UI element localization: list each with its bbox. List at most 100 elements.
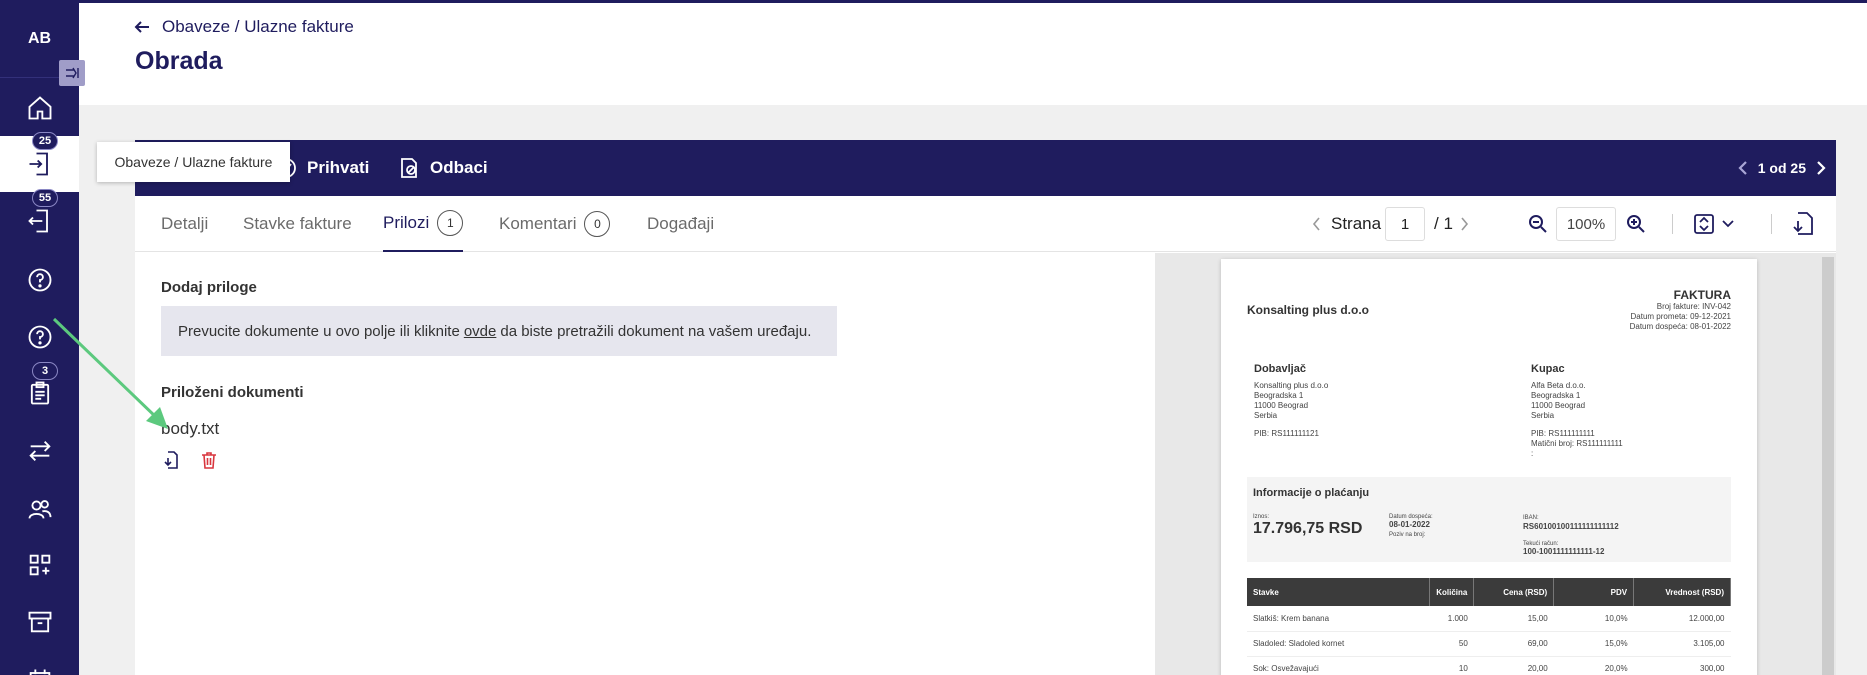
table-cell: 1.000 <box>1429 606 1474 632</box>
breadcrumb-text: Obaveze / Ulazne fakture <box>162 17 354 36</box>
annotation-arrow <box>52 317 168 429</box>
chevron-down-icon[interactable] <box>1722 219 1734 228</box>
table-cell: 15,00 <box>1473 606 1554 632</box>
arrow-left-icon <box>134 21 149 33</box>
chevron-right-icon[interactable] <box>1816 160 1826 176</box>
supplier-line: 11000 Beograd <box>1254 401 1309 410</box>
supplier-line: Beogradska 1 <box>1254 391 1304 400</box>
zoom-input[interactable]: 100% <box>1556 207 1616 241</box>
table-cell: 50 <box>1429 631 1474 657</box>
tab-comments[interactable]: Komentari 0 <box>499 196 611 252</box>
buyer-line: 11000 Beograd <box>1531 401 1586 410</box>
pdf-scrollbar[interactable] <box>1822 257 1834 675</box>
download-document-icon[interactable] <box>1792 211 1814 237</box>
calendar-icon <box>29 669 50 675</box>
supplier-pib: PIB: RS111111121 <box>1254 429 1319 438</box>
collapse-sidebar-button[interactable] <box>59 60 85 86</box>
help-icon <box>28 268 51 292</box>
add-widget-icon <box>29 554 50 576</box>
main-content: Detalji Stavke fakture Prilozi 1 Komenta… <box>135 196 1836 675</box>
column-header: Vrednost (RSD) <box>1633 578 1731 606</box>
document-reject-icon <box>401 158 417 178</box>
pdf-preview[interactable]: Konsalting plus d.o.o FAKTURA Broj faktu… <box>1155 253 1836 675</box>
sidebar-item-widgets[interactable] <box>0 537 79 593</box>
table-cell: Sladoled: Sladoled kornet <box>1247 631 1430 657</box>
users-icon <box>28 500 51 519</box>
chevron-right-icon[interactable] <box>1460 217 1469 231</box>
tab-attachments[interactable]: Prilozi 1 <box>383 196 464 252</box>
breadcrumb[interactable]: Obaveze / Ulazne fakture <box>134 17 354 37</box>
column-header: Stavke <box>1247 578 1431 606</box>
buyer-line: Alfa Beta d.o.o. <box>1531 381 1586 390</box>
outgoing-count-badge: 55 <box>32 189 58 207</box>
add-attachments-title: Dodaj priloge <box>161 279 257 296</box>
table-row: Slatkiš: Krem banana 1.000 15,00 10,0% 1… <box>1247 606 1731 632</box>
transfer-icon <box>28 441 51 461</box>
payment-info-box: Informacije o plaćanju Iznos: 17.796,75 … <box>1247 477 1731 562</box>
invoice-trade-date: Datum prometa: 09-12-2021 <box>1630 312 1732 321</box>
logout-icon <box>27 209 48 233</box>
account-value: 100-1001111111111-12 <box>1523 547 1605 556</box>
sidebar-item-users[interactable] <box>0 481 79 537</box>
tab-events[interactable]: Događaji <box>647 196 714 252</box>
buyer-pib: PIB: RS111111111 <box>1531 429 1595 438</box>
table-cell: Slatkiš: Krem banana <box>1247 606 1430 632</box>
sidebar-item-home[interactable] <box>0 80 79 136</box>
incoming-count-badge: 25 <box>32 132 58 150</box>
table-cell: 300,00 <box>1633 656 1731 675</box>
column-header: PDV <box>1553 578 1635 606</box>
column-header: Količina <box>1429 578 1475 606</box>
tab-details[interactable]: Detalji <box>161 196 208 252</box>
top-accent-line <box>0 0 1867 3</box>
zoom-in-icon[interactable] <box>1626 214 1646 234</box>
table-cell: Sok: Osvežavajući <box>1247 656 1430 675</box>
table-cell: 15,0% <box>1553 631 1634 657</box>
buyer-line: Beogradska 1 <box>1531 391 1581 400</box>
table-cell: 69,00 <box>1473 631 1554 657</box>
sidebar-item-calendar[interactable] <box>0 652 79 675</box>
table-cell: 20,00 <box>1473 656 1554 675</box>
record-pager: 1 od 25 <box>1738 140 1826 196</box>
browse-link[interactable]: ovde <box>464 323 497 340</box>
divider <box>1672 214 1673 234</box>
download-icon[interactable] <box>161 450 181 470</box>
chevron-left-icon[interactable] <box>1738 160 1748 176</box>
page-number-input[interactable]: 1 <box>1385 207 1425 241</box>
buyer-registration: Matični broj: RS111111111 <box>1531 439 1623 448</box>
viewer-toolbar: Strana 1 / 1 100% <box>1155 196 1836 252</box>
chevron-left-icon[interactable] <box>1312 217 1321 231</box>
table-cell: 20,0% <box>1553 656 1634 675</box>
amount-value: 17.796,75 RSD <box>1253 520 1363 537</box>
table-header-row: Stavke Količina Cena (RSD) PDV Vrednost … <box>1247 578 1731 606</box>
tab-count-badge: 1 <box>437 210 464 236</box>
tab-label: Događaji <box>647 214 715 233</box>
divider <box>1771 214 1772 234</box>
zoom-out-icon[interactable] <box>1528 214 1548 234</box>
reject-button[interactable]: Odbaci <box>398 140 488 196</box>
accept-label: Prihvati <box>307 158 370 177</box>
table-cell: 10,0% <box>1553 606 1634 632</box>
sidebar-item-archive[interactable] <box>0 594 79 650</box>
tab-label: Stavke fakture <box>243 214 352 233</box>
archive-icon <box>28 611 51 633</box>
reject-label: Odbaci <box>430 158 488 177</box>
tab-label: Detalji <box>161 214 209 233</box>
due-value: 08-01-2022 <box>1389 520 1430 529</box>
trash-icon[interactable] <box>199 450 219 470</box>
iban-value: RS60100100111111111112 <box>1523 522 1619 531</box>
pager-text: 1 od 25 <box>1757 160 1806 176</box>
table-cell: 10 <box>1429 656 1474 675</box>
fit-page-icon[interactable] <box>1693 213 1715 235</box>
action-toolbar: Prihvati Odbaci 1 od 25 <box>135 140 1836 196</box>
tab-invoice-items[interactable]: Stavke fakture <box>243 196 352 252</box>
tab-bar: Detalji Stavke fakture Prilozi 1 Komenta… <box>135 196 1155 252</box>
dropzone-text-end: da biste pretražili dokument na vašem ur… <box>500 322 812 340</box>
supplier-title: Dobavljač <box>1254 363 1306 375</box>
file-dropzone[interactable]: Prevucite dokumente u ovo polje ili klik… <box>161 306 837 356</box>
table-row: Sok: Osvežavajući 10 20,00 20,0% 300,00 <box>1247 656 1731 675</box>
home-icon <box>28 96 51 120</box>
sidebar-item-help[interactable] <box>0 252 79 308</box>
tab-label: Komentari <box>499 214 577 233</box>
page-title: Obrada <box>135 47 223 75</box>
buyer-title: Kupac <box>1531 363 1565 375</box>
